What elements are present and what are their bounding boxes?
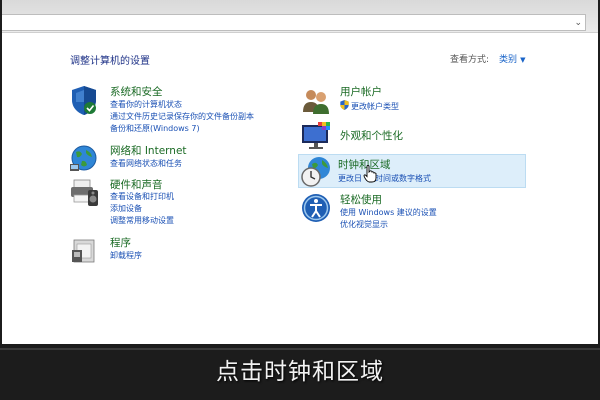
category-title-system-security[interactable]: 系统和安全 <box>110 84 163 99</box>
category-title-user-accounts[interactable]: 用户帐户 <box>340 84 382 99</box>
category-title-appearance-personalization[interactable]: 外观和个性化 <box>340 128 403 143</box>
category-user-accounts: 用户帐户 更改帐户类型 <box>300 84 500 116</box>
hand-cursor-icon <box>363 165 377 183</box>
dropdown-arrow-icon[interactable]: ▼ <box>520 56 525 64</box>
link-backup-restore[interactable]: 备份和还原(Windows 7) <box>110 123 200 134</box>
category-hardware-sound: 硬件和声音 查看设备和打印机 添加设备 调整常用移动设置 <box>68 176 268 226</box>
link-change-date[interactable]: 更改日 <box>338 173 362 184</box>
view-by-control: 查看方式: 类别 ▼ <box>450 52 525 65</box>
link-change-account-type[interactable]: 更改帐户类型 <box>351 101 399 112</box>
category-title-programs[interactable]: 程序 <box>110 235 131 250</box>
category-programs: 程序 卸载程序 <box>68 234 268 266</box>
link-windows-recommended-settings[interactable]: 使用 Windows 建议的设置 <box>340 207 437 218</box>
page-title: 调整计算机的设置 <box>70 56 150 67</box>
chevron-down-icon[interactable]: ⌄ <box>574 16 582 30</box>
video-caption: 点击时钟和区域 <box>216 359 384 385</box>
link-optimize-visual-display[interactable]: 优化视觉显示 <box>340 219 388 230</box>
clock-globe-icon[interactable] <box>300 156 332 188</box>
category-title-network-internet[interactable]: 网络和 Internet <box>110 143 187 158</box>
link-view-computer-status[interactable]: 查看你的计算机状态 <box>110 99 182 110</box>
ease-of-access-icon[interactable] <box>300 192 332 224</box>
address-input[interactable]: ⌄ <box>2 14 586 31</box>
category-network-internet: 网络和 Internet 查看网络状态和任务 <box>68 142 268 174</box>
programs-icon[interactable] <box>68 234 100 266</box>
link-file-history-backup[interactable]: 通过文件历史记录保存你的文件备份副本 <box>110 111 254 122</box>
link-mobility-settings[interactable]: 调整常用移动设置 <box>110 215 174 226</box>
printer-speaker-icon[interactable] <box>68 176 100 208</box>
users-icon[interactable] <box>300 84 332 116</box>
category-clock-region[interactable]: 时钟和区域 更改日 时间或数字格式 <box>300 156 520 188</box>
address-bar-area: ⌄ <box>2 0 598 33</box>
uac-shield-icon <box>340 100 349 110</box>
caption-divider <box>0 348 600 350</box>
display-personalize-icon[interactable] <box>300 120 332 152</box>
category-system-security: 系统和安全 查看你的计算机状态 通过文件历史记录保存你的文件备份副本 备份和还原… <box>68 84 268 140</box>
link-add-device[interactable]: 添加设备 <box>110 203 142 214</box>
link-time-number-format[interactable]: 时间或数字格式 <box>375 173 431 184</box>
view-by-dropdown[interactable]: 类别 <box>499 55 517 65</box>
category-ease-of-access: 轻松使用 使用 Windows 建议的设置 优化视觉显示 <box>300 192 500 232</box>
category-title-hardware-sound[interactable]: 硬件和声音 <box>110 177 163 192</box>
shield-icon[interactable] <box>68 84 100 116</box>
link-devices-printers[interactable]: 查看设备和打印机 <box>110 191 174 202</box>
network-globe-icon[interactable] <box>68 142 100 174</box>
link-network-status[interactable]: 查看网络状态和任务 <box>110 158 182 169</box>
category-appearance-personalization: 外观和个性化 <box>300 120 500 152</box>
control-panel-window: ⌄ 调整计算机的设置 查看方式: 类别 ▼ 系统和安全 查看你的计算机状态 通过文件… <box>2 0 598 344</box>
view-by-label: 查看方式: <box>450 55 490 65</box>
category-title-ease-of-access[interactable]: 轻松使用 <box>340 192 382 207</box>
link-uninstall-program[interactable]: 卸载程序 <box>110 250 142 261</box>
